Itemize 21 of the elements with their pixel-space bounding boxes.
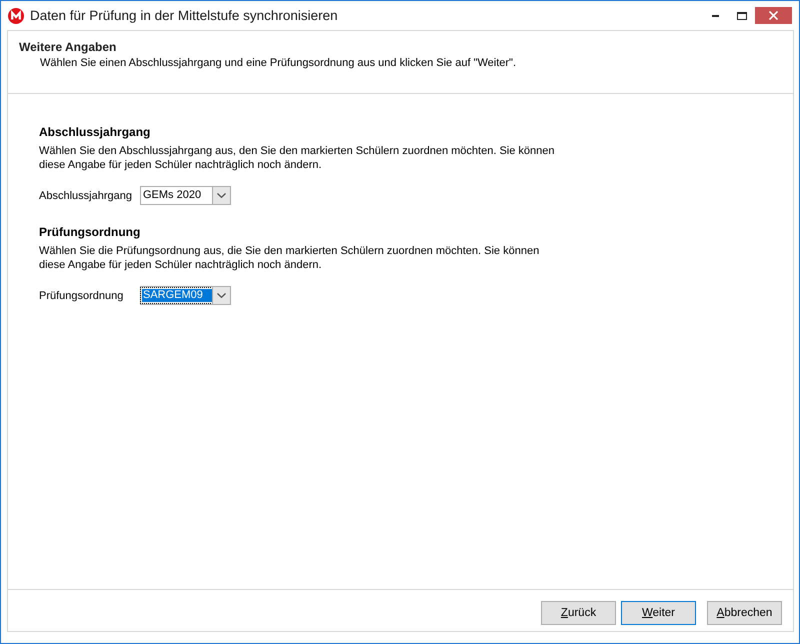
close-button[interactable]	[755, 7, 792, 24]
field-label: Prüfungsordnung	[39, 290, 124, 302]
logo-icon	[8, 8, 24, 24]
chevron-down-icon	[217, 293, 226, 298]
section-description: Wählen Sie den Abschlussjahrgang aus, den Sie den markierten Schülern zuordnen möchten. Sie können diese Angabe für jeden Schüler nachträglich noch ändern.	[39, 144, 556, 172]
dropdown[interactable]: SARGEM09	[140, 286, 231, 305]
dialog-button[interactable]: Abbrechen	[707, 601, 782, 625]
maximize-icon	[736, 12, 746, 20]
chevron-down-icon	[217, 193, 226, 198]
dropdown[interactable]: GEMs 2020	[140, 186, 231, 205]
section-heading: Prüfungsordnung	[39, 225, 140, 240]
header-title: Weitere Angaben	[19, 40, 116, 55]
dialog-button[interactable]: Weiter	[621, 601, 696, 625]
field-label: Abschlussjahrgang	[39, 190, 132, 202]
header-description: Wählen Sie einen Abschlussjahrgang und eine Prüfungsordnung aus und klicken Sie auf "Weiter".	[40, 56, 516, 71]
minimize-icon	[712, 14, 718, 16]
dialog-button[interactable]: Zurück	[541, 601, 616, 625]
close-icon	[769, 11, 778, 20]
section-description: Wählen Sie die Prüfungsordnung aus, die Sie den markierten Schülern zuordnen möchten. Sie können diese Angabe für jeden Schüler nachträglich noch ändern.	[39, 244, 540, 272]
section-heading: Abschlussjahrgang	[39, 125, 150, 140]
window-title: Daten für Prüfung in der Mittelstufe synchronisieren	[30, 8, 339, 23]
